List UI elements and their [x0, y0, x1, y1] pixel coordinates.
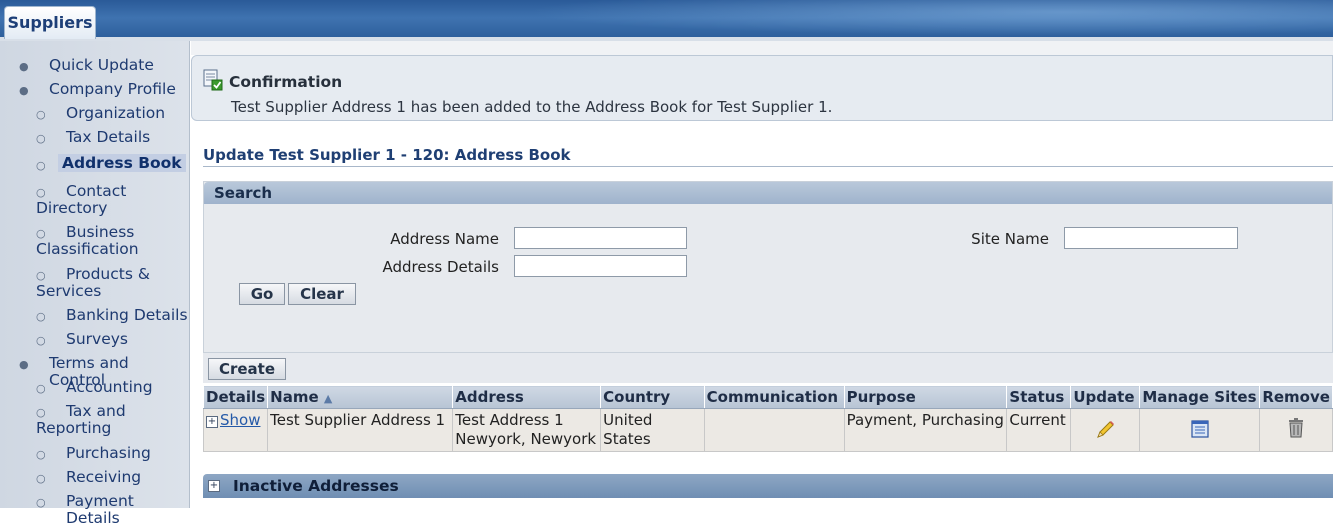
site-name-input[interactable] — [1064, 227, 1238, 249]
circle-bullet-icon: ○ — [36, 108, 46, 121]
address-line-1: Test Address 1 — [455, 411, 564, 429]
sidebar-item-banking-details[interactable]: Banking Details — [66, 307, 188, 324]
sort-ascending-icon: ▲ — [323, 392, 333, 405]
inactive-addresses-header[interactable]: + Inactive Addresses — [203, 474, 1333, 498]
column-header-update: Update — [1070, 385, 1141, 409]
table-actions-bar: Create — [203, 353, 1333, 383]
circle-bullet-icon: ○ — [36, 310, 46, 323]
sidebar: ● Quick Update ● Company Profile ○ Organ… — [0, 41, 190, 527]
column-header-address: Address — [452, 385, 602, 409]
sidebar-item-tax-details[interactable]: Tax Details — [66, 129, 150, 146]
circle-bullet-icon: ○ — [36, 448, 46, 461]
address-line-2: Newyork, Newyork — [455, 430, 597, 448]
create-button[interactable]: Create — [208, 358, 286, 380]
column-header-communication: Communication — [703, 385, 845, 409]
details-cell: + Show — [202, 408, 269, 452]
sidebar-item-products-services[interactable]: Products & Services — [36, 266, 186, 300]
confirmation-title: Confirmation — [229, 73, 343, 91]
column-header-status: Status — [1006, 385, 1072, 409]
address-details-input[interactable] — [514, 255, 687, 277]
sidebar-item-quick-update[interactable]: Quick Update — [49, 57, 154, 74]
expand-icon[interactable]: + — [208, 480, 220, 492]
column-header-manage-sites: Manage Sites — [1139, 385, 1261, 409]
top-strip — [191, 41, 1333, 55]
column-header-details: Details — [202, 385, 269, 409]
address-details-label: Address Details — [382, 258, 499, 276]
remove-cell — [1259, 408, 1333, 452]
trash-icon[interactable] — [1286, 417, 1306, 439]
column-header-name[interactable]: Name ▲ — [267, 385, 454, 409]
circle-bullet-icon: ○ — [36, 496, 46, 509]
confirmation-message: Test Supplier Address 1 has been added t… — [231, 98, 833, 116]
show-details-link[interactable]: Show — [220, 411, 260, 429]
clear-button[interactable]: Clear — [288, 283, 356, 305]
manage-sites-icon[interactable] — [1190, 419, 1210, 439]
top-banner — [0, 0, 1333, 40]
circle-bullet-icon: ○ — [36, 334, 46, 347]
address-cell: Test Address 1 Newyork, Newyork — [452, 408, 602, 452]
column-header-purpose: Purpose — [843, 385, 1008, 409]
circle-bullet-icon: ○ — [36, 382, 46, 395]
communication-cell — [703, 408, 845, 452]
bullet-icon: ● — [19, 60, 29, 73]
title-divider — [203, 166, 1333, 167]
circle-bullet-icon: ○ — [36, 159, 46, 172]
update-cell — [1070, 408, 1141, 452]
column-header-country: Country — [600, 385, 705, 409]
address-name-input[interactable] — [514, 227, 687, 249]
sidebar-item-tax-and-reporting[interactable]: Tax and Reporting — [36, 403, 146, 437]
table-header-row: Details Name ▲ Address Country Communica… — [202, 385, 1333, 409]
search-header: Search — [204, 182, 1332, 204]
site-name-label: Site Name — [971, 230, 1049, 248]
sidebar-item-surveys[interactable]: Surveys — [66, 331, 128, 348]
circle-bullet-icon: ○ — [36, 472, 46, 485]
page-title: Update Test Supplier 1 - 120: Address Bo… — [203, 146, 571, 164]
go-button[interactable]: Go — [239, 283, 285, 305]
pencil-icon[interactable] — [1094, 419, 1116, 441]
address-name-label: Address Name — [390, 230, 499, 248]
tab-suppliers[interactable]: Suppliers — [4, 6, 96, 39]
status-cell: Current — [1006, 408, 1072, 452]
column-header-remove: Remove — [1259, 385, 1333, 409]
expand-icon[interactable]: + — [206, 416, 218, 428]
confirmation-icon — [203, 69, 223, 91]
purpose-cell: Payment, Purchasing — [843, 408, 1008, 452]
sidebar-item-purchasing[interactable]: Purchasing — [66, 445, 151, 462]
confirmation-box: Confirmation Test Supplier Address 1 has… — [191, 55, 1333, 121]
name-cell: Test Supplier Address 1 — [267, 408, 454, 452]
bullet-icon: ● — [19, 358, 29, 371]
country-cell: United States — [600, 408, 705, 452]
sidebar-item-accounting[interactable]: Accounting — [66, 379, 153, 396]
main-content: Confirmation Test Supplier Address 1 has… — [191, 41, 1333, 508]
table-row: + Show Test Supplier Address 1 Test Addre… — [202, 408, 1333, 452]
sidebar-item-payment-details[interactable]: Payment Details — [66, 493, 189, 527]
search-region: Search Address Name Address Details Site… — [203, 181, 1333, 353]
bullet-icon: ● — [19, 84, 29, 97]
sidebar-item-company-profile[interactable]: Company Profile — [49, 81, 176, 98]
circle-bullet-icon: ○ — [36, 132, 46, 145]
sidebar-item-organization[interactable]: Organization — [66, 105, 165, 122]
address-table: Details Name ▲ Address Country Communica… — [202, 385, 1333, 452]
manage-sites-cell — [1139, 408, 1261, 452]
sidebar-item-contact-directory[interactable]: Contact Directory — [36, 183, 186, 217]
sidebar-item-address-book[interactable]: Address Book — [58, 154, 186, 172]
sidebar-item-receiving[interactable]: Receiving — [66, 469, 141, 486]
sidebar-item-business-classification[interactable]: Business Classification — [36, 224, 186, 258]
